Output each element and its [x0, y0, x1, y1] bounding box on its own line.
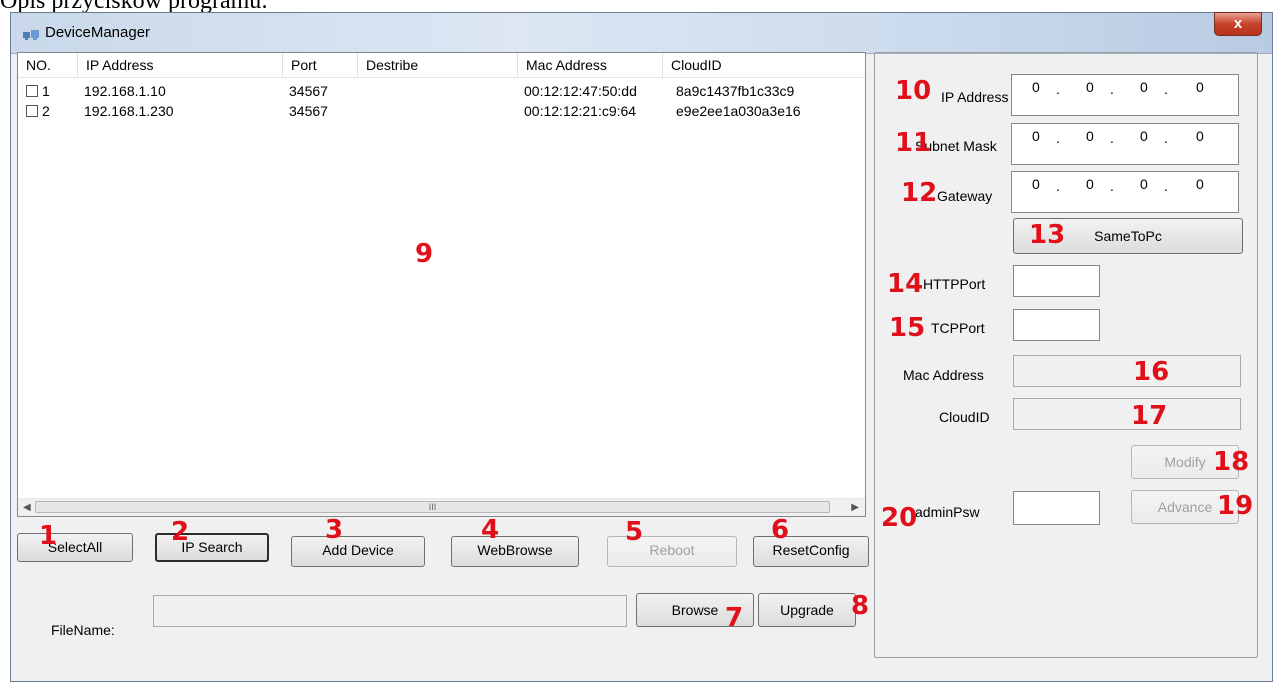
web-browse-button[interactable]: WebBrowse: [451, 536, 579, 567]
row-port: 34567: [289, 83, 328, 99]
cloudid-field: [1013, 398, 1241, 430]
mac-address-field: [1013, 355, 1241, 387]
octet-separator: .: [1164, 178, 1168, 194]
octet: 0: [1032, 128, 1040, 144]
octet: 0: [1140, 128, 1148, 144]
marker-19: 19: [1217, 491, 1254, 521]
close-button[interactable]: x: [1214, 12, 1262, 36]
app-icon: [23, 30, 39, 40]
column-header-no[interactable]: NO.: [18, 53, 78, 77]
row-ip-address: 192.168.1.230: [84, 103, 174, 119]
marker-9: 9: [415, 239, 434, 269]
column-header-cloudid[interactable]: CloudID: [663, 53, 865, 77]
column-header-describe[interactable]: Destribe: [358, 53, 518, 77]
column-header-port[interactable]: Port: [283, 53, 358, 77]
http-port-input[interactable]: [1013, 265, 1100, 297]
tcp-port-label: TCPPort: [931, 320, 985, 336]
marker-3: 3: [325, 515, 344, 545]
marker-10: 10: [895, 76, 932, 106]
scroll-left-icon[interactable]: ◀: [23, 502, 31, 513]
ip-address-input[interactable]: 0. 0. 0. 0: [1011, 74, 1239, 116]
marker-5: 5: [625, 517, 644, 547]
filename-field[interactable]: [153, 595, 627, 627]
row-mac-address: 00:12:12:21:c9:64: [524, 103, 637, 119]
add-device-button[interactable]: Add Device: [291, 536, 425, 567]
octet: 0: [1086, 79, 1094, 95]
octet: 0: [1032, 176, 1040, 192]
title-bar[interactable]: DeviceManager x: [11, 12, 1272, 54]
gateway-label: Gateway: [937, 188, 993, 204]
marker-15: 15: [889, 313, 926, 343]
marker-17: 17: [1131, 401, 1168, 431]
table-row[interactable]: 2 192.168.1.230 34567 00:12:12:21:c9:64 …: [18, 101, 865, 121]
scroll-right-icon[interactable]: ▶: [851, 502, 859, 513]
select-all-button[interactable]: SelectAll: [17, 533, 133, 562]
octet-separator: .: [1110, 81, 1114, 97]
subnet-mask-input[interactable]: 0. 0. 0. 0: [1011, 123, 1239, 165]
device-manager-window: DeviceManager x NO. IP Address Port Dest…: [10, 12, 1273, 682]
row-cloudid: 8a9c1437fb1c33c9: [676, 83, 795, 99]
row-cloudid: e9e2ee1a030a3e16: [676, 103, 801, 119]
row-port: 34567: [289, 103, 328, 119]
marker-14: 14: [887, 269, 924, 299]
octet: 0: [1140, 176, 1148, 192]
mac-address-label: Mac Address: [903, 367, 984, 383]
scrollbar-thumb[interactable]: III: [35, 501, 830, 513]
device-list[interactable]: NO. IP Address Port Destribe Mac Address…: [17, 52, 866, 517]
close-icon: x: [1233, 15, 1243, 32]
row-number: 2: [42, 103, 50, 119]
marker-1: 1: [39, 521, 58, 551]
column-header-mac[interactable]: Mac Address: [518, 53, 663, 77]
horizontal-scrollbar[interactable]: ◀ III ▶: [18, 498, 865, 516]
octet: 0: [1140, 79, 1148, 95]
octet: 0: [1196, 176, 1204, 192]
octet-separator: .: [1056, 81, 1060, 97]
marker-16: 16: [1133, 357, 1170, 387]
list-header: NO. IP Address Port Destribe Mac Address…: [18, 53, 865, 78]
gateway-input[interactable]: 0. 0. 0. 0: [1011, 171, 1239, 213]
marker-2: 2: [171, 517, 190, 547]
window-title: DeviceManager: [45, 24, 151, 41]
row-checkbox[interactable]: [26, 85, 38, 97]
octet-separator: .: [1164, 130, 1168, 146]
row-ip-address: 192.168.1.10: [84, 83, 166, 99]
admin-password-label: adminPsw: [915, 504, 980, 520]
cloudid-label: CloudID: [939, 409, 990, 425]
octet-separator: .: [1110, 130, 1114, 146]
row-checkbox[interactable]: [26, 105, 38, 117]
http-port-label: HTTPPort: [923, 276, 986, 292]
marker-11: 11: [895, 128, 932, 158]
octet: 0: [1196, 79, 1204, 95]
marker-8: 8: [851, 591, 870, 621]
marker-4: 4: [481, 515, 500, 545]
ip-address-label: IP Address: [941, 89, 1009, 105]
octet: 0: [1196, 128, 1204, 144]
admin-password-input[interactable]: [1013, 491, 1100, 525]
marker-12: 12: [901, 178, 938, 208]
filename-label: FileName:: [51, 622, 115, 638]
marker-20: 20: [881, 503, 918, 533]
octet: 0: [1086, 128, 1094, 144]
marker-13: 13: [1029, 220, 1066, 250]
row-mac-address: 00:12:12:47:50:dd: [524, 83, 637, 99]
octet: 0: [1086, 176, 1094, 192]
row-number: 1: [42, 83, 50, 99]
octet: 0: [1032, 79, 1040, 95]
column-header-ip[interactable]: IP Address: [78, 53, 283, 77]
table-row[interactable]: 1 192.168.1.10 34567 00:12:12:47:50:dd 8…: [18, 81, 865, 101]
octet-separator: .: [1056, 178, 1060, 194]
octet-separator: .: [1056, 130, 1060, 146]
upgrade-button[interactable]: Upgrade: [758, 593, 856, 627]
marker-6: 6: [771, 515, 790, 545]
marker-7: 7: [725, 603, 744, 633]
octet-separator: .: [1164, 81, 1168, 97]
marker-18: 18: [1213, 447, 1250, 477]
tcp-port-input[interactable]: [1013, 309, 1100, 341]
octet-separator: .: [1110, 178, 1114, 194]
